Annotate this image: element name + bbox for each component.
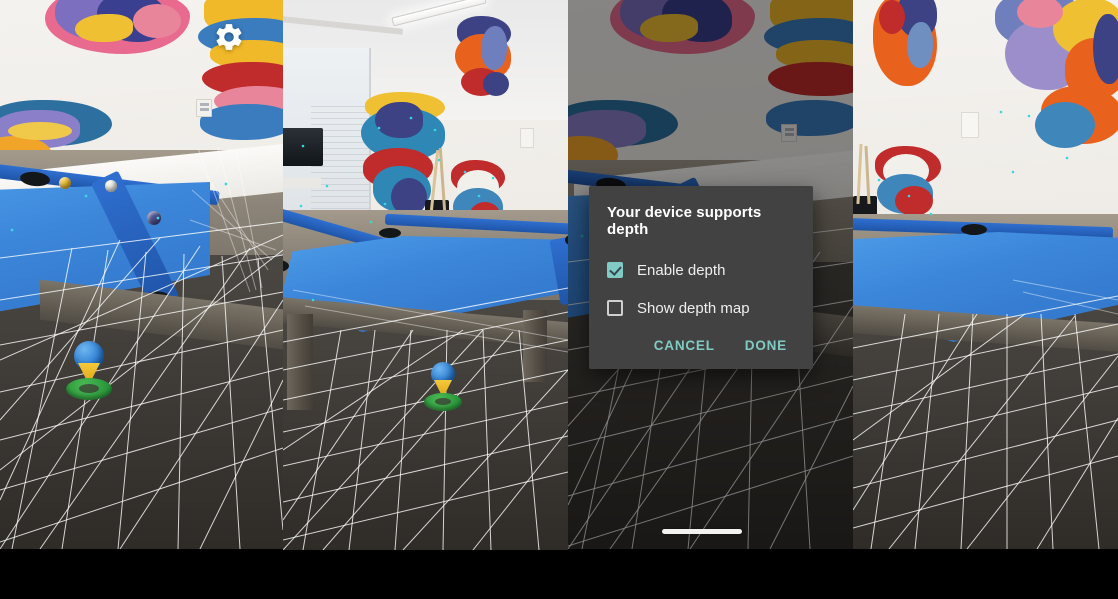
bottom-black-bar [0, 550, 1118, 599]
show-depth-map-label: Show depth map [637, 299, 750, 317]
wall-notice [520, 128, 534, 148]
panel-2[interactable] [283, 0, 568, 550]
pool-ball [147, 211, 161, 225]
enable-depth-label: Enable depth [637, 261, 726, 279]
camera-feed-2 [283, 0, 568, 550]
desk-surface [283, 178, 321, 188]
dialog-actions: CANCEL DONE [607, 330, 795, 361]
pool-table-1 [0, 142, 283, 357]
pool-ball [59, 177, 71, 189]
wall-art-top-left [45, 0, 190, 58]
pool-table-4 [853, 216, 1118, 358]
camera-feed-4 [853, 0, 1118, 549]
ar-depth-marker [423, 362, 467, 416]
panel-1[interactable] [0, 0, 283, 549]
option-row-enable-depth[interactable]: Enable depth [607, 254, 795, 286]
ar-depth-marker [64, 341, 116, 403]
panel-4[interactable] [853, 0, 1118, 549]
pool-table-2 [283, 207, 568, 410]
camera-feed-1 [0, 0, 283, 549]
screenshot-root: Your device supports depth Enable depth … [0, 0, 1118, 599]
cancel-button[interactable]: CANCEL [648, 330, 721, 361]
option-row-show-depth-map[interactable]: Show depth map [607, 292, 795, 324]
table-leg [523, 310, 547, 382]
home-indicator[interactable] [662, 529, 742, 534]
show-depth-map-checkbox[interactable] [607, 300, 623, 316]
wall-notice [961, 112, 979, 138]
dialog-title: Your device supports depth [607, 204, 762, 238]
marker-ring-hole [79, 384, 99, 393]
gear-icon[interactable] [213, 21, 245, 53]
panel-3[interactable]: Your device supports depth Enable depth … [568, 0, 853, 549]
depth-settings-dialog: Your device supports depth Enable depth … [589, 186, 813, 369]
wall-art-orange-left [873, 0, 939, 98]
enable-depth-checkbox[interactable] [607, 262, 623, 278]
table-leg [287, 314, 313, 410]
dark-monitor [283, 128, 323, 166]
marker-ring-hole [435, 398, 451, 405]
wall-switch-plate [196, 99, 212, 117]
wall-art-red-lower-left [875, 146, 943, 220]
wall-art-upper-right [455, 16, 513, 106]
done-button[interactable]: DONE [739, 330, 793, 361]
pool-ball [105, 180, 117, 192]
wall-art-large-right [995, 0, 1118, 170]
